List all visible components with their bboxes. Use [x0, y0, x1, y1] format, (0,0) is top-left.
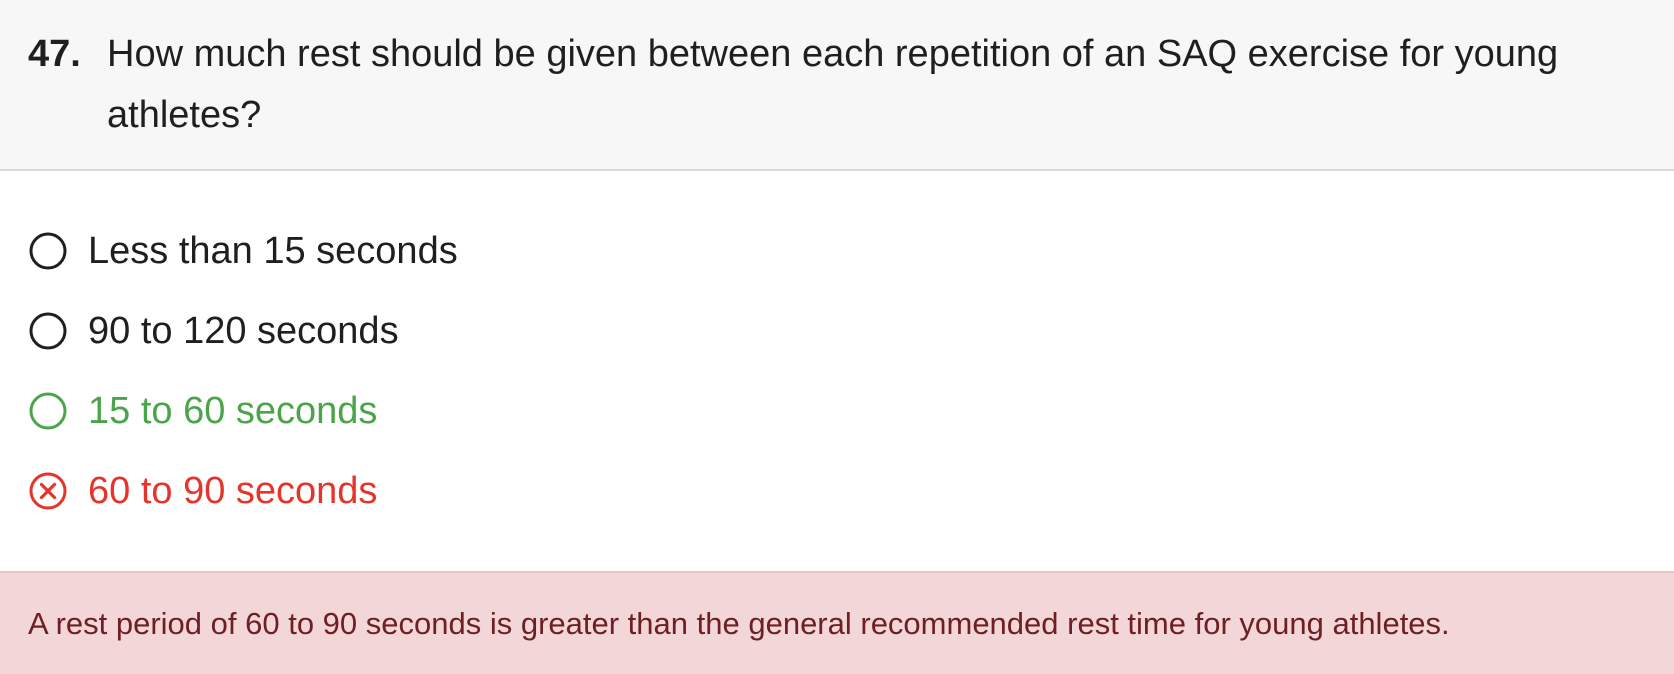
question-number: 47. [28, 33, 81, 75]
option-60-to-90[interactable]: 60 to 90 seconds [28, 461, 377, 521]
option-label: 60 to 90 seconds [88, 470, 378, 512]
feedback-panel: A rest period of 60 to 90 seconds is gre… [0, 571, 1674, 674]
option-label: 90 to 120 seconds [88, 310, 399, 352]
question-header: 47. How much rest should be given betwee… [0, 0, 1674, 171]
option-label: 15 to 60 seconds [88, 390, 378, 432]
radio-empty-icon[interactable] [28, 311, 68, 351]
radio-correct-icon[interactable] [28, 391, 68, 431]
option-15-to-60[interactable]: 15 to 60 seconds [28, 381, 377, 441]
radio-empty-icon[interactable] [28, 231, 68, 271]
answer-options: Less than 15 seconds 90 to 120 seconds 1… [0, 171, 1674, 571]
question-text: How much rest should be given between ea… [107, 33, 1559, 136]
option-less-than-15[interactable]: Less than 15 seconds [28, 221, 458, 281]
option-label: Less than 15 seconds [88, 230, 458, 272]
x-circle-icon[interactable] [28, 471, 68, 511]
feedback-text: A rest period of 60 to 90 seconds is gre… [28, 605, 1450, 641]
option-90-to-120[interactable]: 90 to 120 seconds [28, 301, 399, 361]
